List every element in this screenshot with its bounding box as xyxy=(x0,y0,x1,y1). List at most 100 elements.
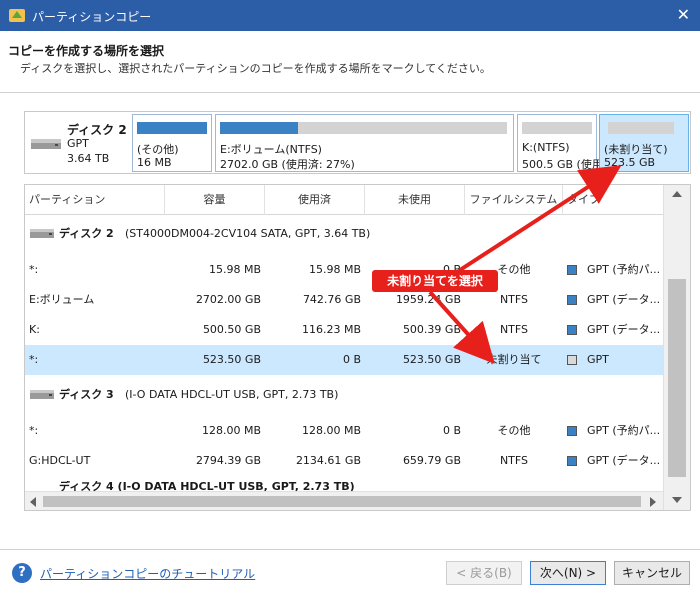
disk-map-info[interactable]: ディスク 2 GPT 3.64 TB xyxy=(25,112,130,173)
cell-filesystem: NTFS xyxy=(499,454,529,467)
cell-partition: G:HDCL-UT xyxy=(29,454,91,467)
cell-partition: *: xyxy=(29,353,39,366)
cell-type: GPT (データ... xyxy=(587,454,661,467)
hard-disk-icon xyxy=(31,139,61,149)
disk-detail: (I-O DATA HDCL-UT USB, GPT, 2.73 TB) xyxy=(125,388,339,401)
horizontal-scroll-thumb[interactable] xyxy=(43,496,641,507)
cell-partition: *: xyxy=(29,263,39,276)
cell-type: GPT xyxy=(587,353,609,366)
vertical-scroll-thumb[interactable] xyxy=(668,279,686,477)
partition-label: (未割り当て) xyxy=(604,143,668,156)
cancel-button[interactable]: キャンセル xyxy=(614,561,690,585)
cell-filesystem: 未割り当て xyxy=(486,353,542,366)
partition-label: E:ボリューム(NTFS) xyxy=(220,143,322,156)
cell-filesystem: その他 xyxy=(497,424,531,437)
table-row[interactable]: *: 15.98 MB 15.98 MB 0 B その他 GPT (予約パ... xyxy=(25,255,663,285)
cell-capacity: 128.00 MB xyxy=(201,424,261,437)
cell-capacity: 500.50 GB xyxy=(202,323,261,336)
cell-type: GPT (予約パ... xyxy=(587,424,661,437)
cell-used: 116.23 MB xyxy=(301,323,361,336)
partition-color-icon xyxy=(567,325,577,335)
cell-unused: 0 B xyxy=(442,424,461,437)
cell-used: 15.98 MB xyxy=(308,263,361,276)
cell-capacity: 2794.39 GB xyxy=(195,454,261,467)
partition-label: K:(NTFS) xyxy=(522,141,570,154)
column-header-type[interactable]: タイプ xyxy=(563,185,663,215)
partition-usage-bar xyxy=(608,122,674,134)
partition-color-icon xyxy=(567,295,577,305)
column-header-used[interactable]: 使用済 xyxy=(265,185,365,215)
partition-table: パーティション 容量 使用済 未使用 ファイルシステム タイプ ディスク 2 (… xyxy=(24,184,691,511)
close-icon[interactable]: ✕ xyxy=(677,6,690,24)
cell-capacity: 15.98 MB xyxy=(208,263,261,276)
disk-map-type: GPT xyxy=(67,137,89,150)
partition-usage-bar xyxy=(220,122,507,134)
hard-disk-icon xyxy=(30,390,54,399)
cell-used: 742.76 GB xyxy=(302,293,361,306)
title-bar: パーティションコピー ✕ xyxy=(0,0,700,31)
partition-color-icon xyxy=(567,265,577,275)
column-header-unused[interactable]: 未使用 xyxy=(365,185,465,215)
table-row[interactable]: G:HDCL-UT 2794.39 GB 2134.61 GB 659.79 G… xyxy=(25,446,663,476)
vertical-scrollbar[interactable] xyxy=(663,185,690,510)
cell-type: GPT (データ... xyxy=(587,293,661,306)
app-icon xyxy=(9,9,25,22)
partition-block-k[interactable]: K:(NTFS) 500.5 GB (使用済 xyxy=(517,114,614,172)
disk-map: ディスク 2 GPT 3.64 TB (その他) 16 MB E:ボリューム(N… xyxy=(24,111,691,174)
partition-block-e-volume[interactable]: E:ボリューム(NTFS) 2702.0 GB (使用済: 27%) xyxy=(215,114,514,172)
partition-color-icon xyxy=(567,355,577,365)
window-title: パーティションコピー xyxy=(32,10,152,24)
partition-info: 523.5 GB xyxy=(604,156,656,169)
cell-type: GPT (予約パ... xyxy=(587,263,661,276)
partition-info: 2702.0 GB (使用済: 27%) xyxy=(220,158,355,171)
partition-block-other[interactable]: (その他) 16 MB xyxy=(132,114,212,172)
partition-info: 16 MB xyxy=(137,156,172,169)
cell-partition: *: xyxy=(29,424,39,437)
cell-type: GPT (データ... xyxy=(587,323,661,336)
annotation-callout: 未割り当てを選択 xyxy=(372,270,498,292)
disk-map-size: 3.64 TB xyxy=(67,152,110,165)
column-header-capacity[interactable]: 容量 xyxy=(165,185,265,215)
scroll-left-icon[interactable] xyxy=(29,497,37,507)
table-row[interactable]: E:ボリューム 2702.00 GB 742.76 GB 1959.24 GB … xyxy=(25,285,663,315)
cell-unused: 659.79 GB xyxy=(402,454,461,467)
cell-partition: E:ボリューム xyxy=(29,293,95,306)
column-header-partition[interactable]: パーティション xyxy=(25,185,165,215)
cell-capacity: 523.50 GB xyxy=(202,353,261,366)
scroll-up-icon[interactable] xyxy=(672,190,682,198)
table-row-selected[interactable]: *: 523.50 GB 0 B 523.50 GB 未割り当て GPT xyxy=(25,345,663,375)
disk-detail: (ST4000DM004-2CV104 SATA, GPT, 3.64 TB) xyxy=(125,227,371,240)
table-row[interactable]: *: 128.00 MB 128.00 MB 0 B その他 GPT (予約パ.… xyxy=(25,416,663,446)
back-button[interactable]: < 戻る(B) xyxy=(446,561,522,585)
scroll-down-icon[interactable] xyxy=(672,496,682,504)
cell-unused: 523.50 GB xyxy=(402,353,461,366)
disk-name: ディスク 2 xyxy=(59,227,114,240)
next-button[interactable]: 次へ(N) > xyxy=(530,561,606,585)
column-header-filesystem[interactable]: ファイルシステム xyxy=(465,185,563,215)
cell-filesystem: NTFS xyxy=(499,323,529,336)
table-row[interactable]: K: 500.50 GB 116.23 MB 500.39 GB NTFS GP… xyxy=(25,315,663,345)
partition-color-icon xyxy=(567,426,577,436)
wizard-footer: ? パーティションコピーのチュートリアル < 戻る(B) 次へ(N) > キャン… xyxy=(0,549,700,593)
cell-unused: 500.39 GB xyxy=(402,323,461,336)
disk-name: ディスク 3 xyxy=(59,388,114,401)
disk-row-disk2[interactable]: ディスク 2 (ST4000DM004-2CV104 SATA, GPT, 3.… xyxy=(25,219,663,249)
disk-map-name: ディスク 2 xyxy=(67,123,127,137)
partition-usage-bar xyxy=(522,122,592,134)
cell-capacity: 2702.00 GB xyxy=(195,293,261,306)
partition-usage-bar xyxy=(137,122,207,134)
page-subtitle: ディスクを選択し、選択されたパーティションのコピーを作成する場所をマークしてくだ… xyxy=(20,62,491,75)
tutorial-link[interactable]: パーティションコピーのチュートリアル xyxy=(40,565,255,582)
cell-used: 128.00 MB xyxy=(301,424,361,437)
help-icon[interactable]: ? xyxy=(12,563,32,583)
horizontal-scrollbar[interactable] xyxy=(25,491,663,510)
partition-block-unallocated[interactable]: (未割り当て) 523.5 GB xyxy=(599,114,689,172)
cell-used: 0 B xyxy=(342,353,361,366)
hard-disk-icon xyxy=(30,229,54,238)
table-header: パーティション 容量 使用済 未使用 ファイルシステム タイプ xyxy=(25,185,663,215)
cell-used: 2134.61 GB xyxy=(295,454,361,467)
disk-row-disk3[interactable]: ディスク 3 (I-O DATA HDCL-UT USB, GPT, 2.73 … xyxy=(25,380,663,410)
partition-label: (その他) xyxy=(137,143,179,156)
cell-partition: K: xyxy=(29,323,40,336)
scroll-right-icon[interactable] xyxy=(649,497,657,507)
